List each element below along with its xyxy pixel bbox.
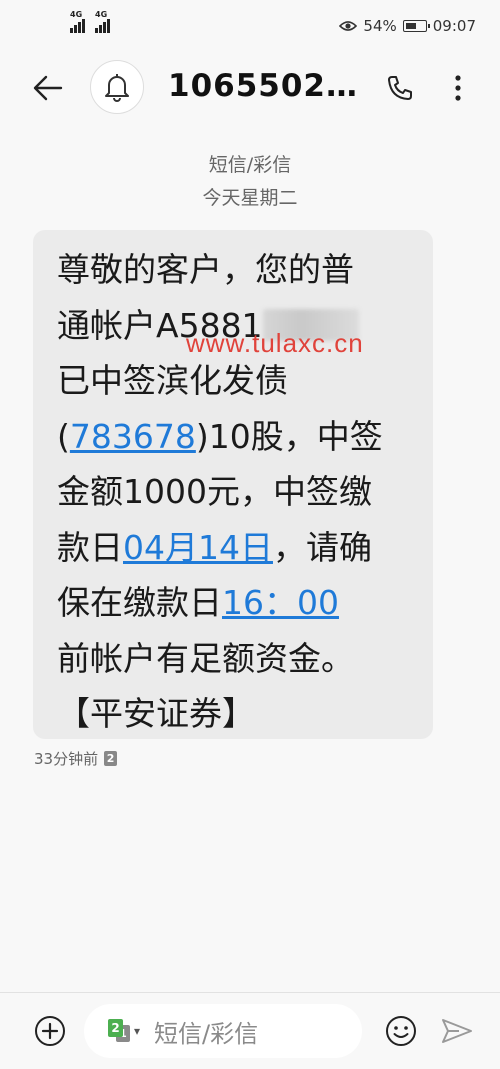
eye-comfort-icon (339, 20, 358, 32)
sim2-network-label: 4G (95, 10, 108, 19)
sim-card-icon: 1 2 (108, 1019, 130, 1043)
contact-avatar[interactable] (90, 60, 144, 114)
message-input[interactable]: 1 2 ▾ 短信/彩信 (84, 1004, 362, 1058)
sim1-network-label: 4G (70, 10, 83, 19)
bell-icon (105, 74, 129, 102)
more-options-button[interactable] (440, 70, 476, 106)
battery-icon (402, 20, 430, 32)
sim-slot-badge: 2 (104, 751, 118, 766)
paren-open: ( (57, 416, 70, 456)
watermark-text: www.tulaxc.cn (186, 328, 364, 358)
back-arrow-icon (33, 75, 63, 101)
input-placeholder: 短信/彩信 (154, 1019, 259, 1048)
sim1-signal-icon: 4G (70, 10, 85, 33)
message-timestamp: 33分钟前 2 (34, 748, 118, 769)
message-line: 已中签滨化发债 (57, 361, 288, 400)
bond-code-link[interactable]: 783678 (70, 417, 196, 456)
message-fragment: )10股，中签 (195, 416, 383, 456)
composer-bar: 1 2 ▾ 短信/彩信 (0, 992, 500, 1069)
conversation-header: 1065502… (0, 52, 500, 124)
signal-indicators: 4G 4G (70, 10, 110, 33)
status-bar: 4G 4G 54% 09:07 (0, 0, 500, 52)
emoji-button[interactable] (382, 1012, 420, 1050)
sim2-signal-icon: 4G (95, 10, 110, 33)
battery-percent: 54% (363, 17, 397, 35)
message-fragment: ，请确 (272, 527, 372, 567)
status-right: 54% 09:07 (339, 17, 476, 35)
contact-number[interactable]: 1065502… (168, 68, 358, 104)
payment-time-link[interactable]: 16：00 (222, 583, 339, 622)
message-bubble[interactable]: 尊敬的客户，您的普 通帐户A5881 已中签滨化发债 (783678)10股，中… (33, 230, 433, 739)
sim-selector[interactable]: 1 2 ▾ (108, 1019, 140, 1043)
more-vertical-icon (455, 75, 461, 101)
message-line: 前帐户有足额资金。 (57, 638, 354, 678)
message-fragment: 保在缴款日 (57, 583, 222, 622)
clock: 09:07 (432, 17, 476, 35)
message-line: (783678)10股，中签 (57, 409, 423, 465)
add-attachment-button[interactable] (32, 1013, 68, 1049)
chevron-down-icon: ▾ (134, 1024, 141, 1038)
send-button[interactable] (438, 1012, 476, 1050)
message-line: 尊敬的客户，您的普 (57, 250, 354, 289)
smiley-icon (386, 1016, 416, 1046)
message-text: 尊敬的客户，您的普 通帐户A5881 已中签滨化发债 (783678)10股，中… (57, 242, 423, 742)
date-divider: 今天星期二 (202, 187, 298, 209)
plus-circle-icon (35, 1016, 65, 1046)
payment-date-link[interactable]: 04月14日 (123, 528, 273, 567)
message-line: 【平安证券】 (57, 694, 255, 733)
message-line: 保在缴款日16：00 (57, 575, 423, 631)
message-fragment: 款日 (57, 527, 123, 567)
message-line: 金额1000元，中签缴 (57, 472, 372, 511)
send-icon (442, 1019, 472, 1043)
phone-icon (388, 76, 412, 100)
message-line: 款日04月14日，请确 (57, 520, 423, 576)
channel-label: 短信/彩信 (208, 154, 292, 176)
received-time: 33分钟前 (34, 750, 99, 768)
back-button[interactable] (28, 70, 68, 106)
call-button[interactable] (380, 70, 420, 106)
